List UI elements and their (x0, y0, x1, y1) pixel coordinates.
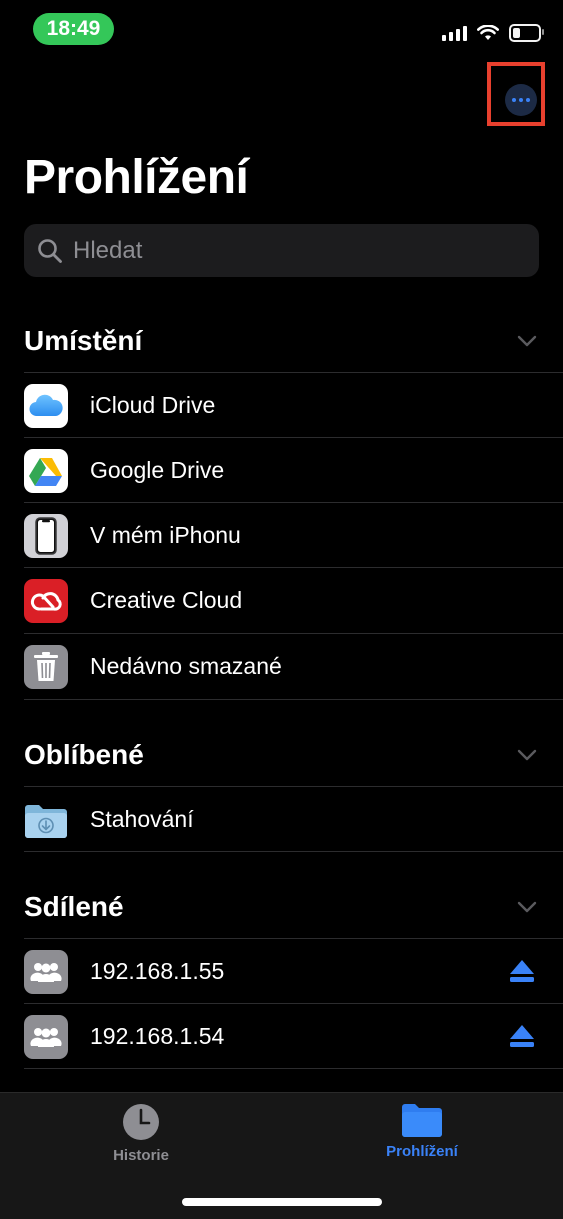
list-item-label: Creative Cloud (90, 587, 243, 613)
status-time: 18:49 (33, 13, 114, 45)
icloud-icon (24, 383, 68, 428)
downloads-folder-icon (24, 798, 68, 842)
creative-cloud-icon (24, 578, 68, 623)
divider (24, 851, 563, 852)
clock-icon (123, 1104, 159, 1140)
tab-browse[interactable]: Prohlížení (352, 1103, 492, 1160)
list-item-icloud-drive[interactable]: iCloud Drive (24, 373, 563, 438)
section-title: Sdílené (24, 891, 124, 922)
list-item-label: V mém iPhonu (90, 522, 241, 548)
list-item-server-54[interactable]: 192.168.1.54 (24, 1004, 563, 1069)
search-icon (38, 238, 62, 263)
search-bar[interactable] (24, 224, 539, 277)
search-input[interactable] (71, 235, 515, 266)
eject-icon[interactable] (509, 959, 535, 983)
chevron-down-icon[interactable] (517, 335, 537, 347)
battery-icon (509, 24, 544, 42)
tab-history[interactable]: Historie (71, 1103, 211, 1164)
tab-label: Historie (113, 1147, 169, 1164)
home-indicator[interactable] (182, 1198, 382, 1206)
shared-server-icon (24, 1014, 68, 1059)
eject-icon[interactable] (509, 1024, 535, 1048)
list-item-server-55[interactable]: 192.168.1.55 (24, 939, 563, 1004)
tab-label: Prohlížení (386, 1143, 458, 1160)
section-title: Umístění (24, 325, 143, 356)
list-item-google-drive[interactable]: Google Drive (24, 438, 563, 503)
list-item-label: 192.168.1.54 (90, 1023, 225, 1049)
divider (24, 1068, 563, 1069)
shared-server-icon (24, 949, 68, 994)
status-indicators (442, 22, 544, 44)
chevron-down-icon[interactable] (517, 749, 537, 761)
folder-icon (402, 1104, 442, 1137)
divider (24, 699, 563, 700)
list-item-label: Google Drive (90, 457, 225, 483)
section-header-locations[interactable]: Umístění (24, 321, 539, 361)
cellular-signal-icon (442, 25, 467, 41)
list-item-label: 192.168.1.55 (90, 958, 225, 984)
list-item-label: Nedávno smazané (90, 653, 282, 679)
google-drive-icon (24, 448, 68, 493)
chevron-down-icon[interactable] (517, 901, 537, 913)
page-title: Prohlížení (24, 151, 249, 204)
section-title: Oblíbené (24, 739, 144, 770)
list-item-creative-cloud[interactable]: Creative Cloud (24, 568, 563, 633)
wifi-icon (477, 25, 499, 40)
list-item-on-my-iphone[interactable]: V mém iPhonu (24, 503, 563, 568)
ellipsis-icon (512, 98, 516, 102)
list-item-label: Stahování (90, 806, 194, 832)
section-header-shared[interactable]: Sdílené (24, 887, 539, 927)
trash-icon (24, 644, 68, 689)
iphone-icon (24, 513, 68, 558)
list-item-recently-deleted[interactable]: Nedávno smazané (24, 634, 563, 699)
list-item-label: iCloud Drive (90, 392, 216, 418)
list-item-downloads[interactable]: Stahování (24, 787, 563, 852)
section-header-favorites[interactable]: Oblíbené (24, 735, 539, 775)
more-options-button[interactable] (505, 84, 537, 116)
